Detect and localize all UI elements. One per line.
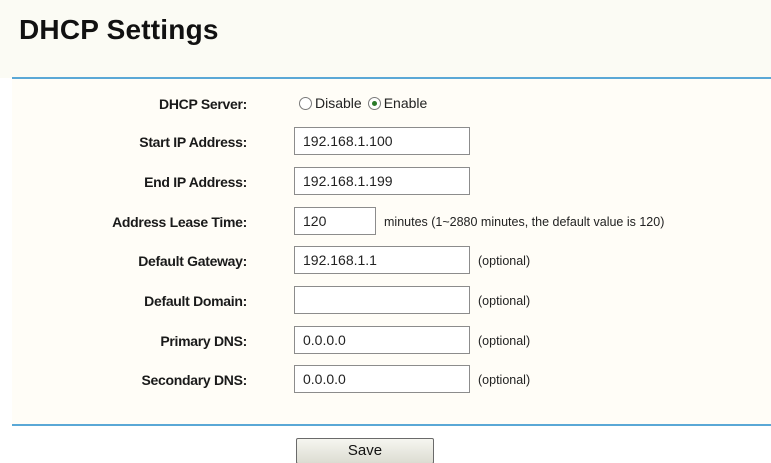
end-ip-input[interactable] [294,167,470,195]
primary-dns-optional-note: (optional) [478,334,531,348]
domain-label: Default Domain: [144,293,247,309]
lease-time-note: minutes (1~2880 minutes, the default val… [384,215,665,229]
lease-time-row: Address Lease Time: minutes (1~2880 minu… [0,207,771,239]
dhcp-server-label: DHCP Server: [159,96,247,112]
secondary-dns-optional-note: (optional) [478,373,531,387]
save-button[interactable]: Save [296,438,434,463]
dhcp-server-row: DHCP Server: Disable Enable [0,89,771,121]
primary-dns-row: Primary DNS: (optional) [0,326,771,358]
dhcp-disable-label: Disable [315,95,362,111]
page-title: DHCP Settings [19,14,219,45]
domain-optional-note: (optional) [478,294,531,308]
secondary-dns-row: Secondary DNS: (optional) [0,365,771,397]
primary-dns-label: Primary DNS: [160,333,247,349]
end-ip-row: End IP Address: [0,167,771,199]
gateway-label: Default Gateway: [138,253,247,269]
dhcp-server-radio-group: Disable Enable [299,95,433,111]
top-divider [12,77,771,79]
gateway-row: Default Gateway: (optional) [0,246,771,278]
gateway-optional-note: (optional) [478,254,531,268]
radio-checked-icon [367,96,381,110]
primary-dns-input[interactable] [294,326,470,354]
end-ip-label: End IP Address: [144,174,247,190]
secondary-dns-label: Secondary DNS: [141,372,248,388]
domain-row: Default Domain: (optional) [0,286,771,318]
bottom-divider [12,424,771,426]
domain-input[interactable] [294,286,470,314]
dhcp-enable-radio[interactable]: Enable [367,95,428,111]
start-ip-row: Start IP Address: [0,127,771,159]
start-ip-input[interactable] [294,127,470,155]
dhcp-enable-label: Enable [383,95,428,111]
start-ip-label: Start IP Address: [139,134,247,150]
radio-unchecked-icon [299,96,312,110]
lease-time-input[interactable] [294,207,376,235]
dhcp-settings-page: DHCP Settings DHCP Server: Disable Enabl… [0,0,771,463]
lease-time-label: Address Lease Time: [112,214,247,230]
secondary-dns-input[interactable] [294,365,470,393]
gateway-input[interactable] [294,246,470,274]
dhcp-disable-radio[interactable]: Disable [299,95,362,111]
